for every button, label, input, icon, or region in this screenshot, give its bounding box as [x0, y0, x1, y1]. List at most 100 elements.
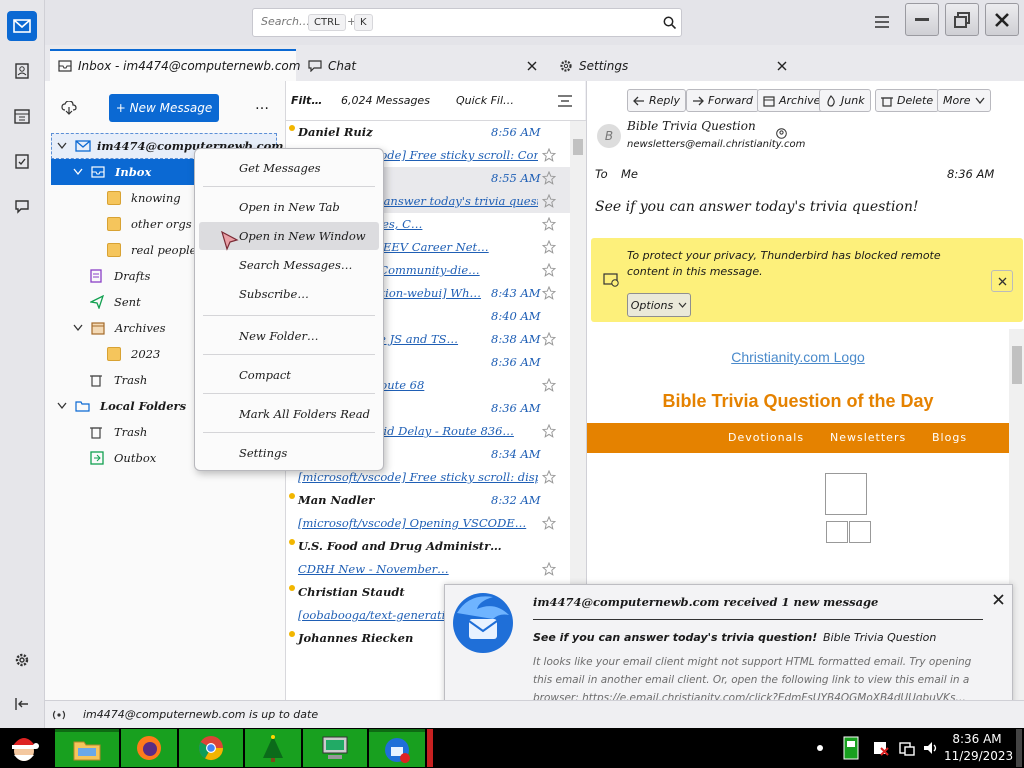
star-icon[interactable] [542, 424, 556, 438]
star-icon[interactable] [542, 332, 556, 346]
menu-new-folder[interactable]: New Folder… [199, 322, 379, 350]
tray-network[interactable] [896, 729, 918, 767]
taskbar-christmas-tree[interactable] [245, 729, 301, 767]
clock-date[interactable]: 11/29/2023 [944, 749, 1013, 763]
start-button[interactable] [2, 729, 46, 767]
close-notification-icon[interactable] [993, 594, 1004, 605]
folder-drafts-label: Drafts [114, 269, 151, 283]
collapse-spaces-button[interactable] [7, 689, 37, 719]
tray-battery[interactable] [838, 729, 864, 767]
search-box[interactable]: Search… CTRL + K [252, 8, 682, 37]
menu-open-new-tab[interactable]: Open in New Tab [199, 193, 379, 221]
tab-settings[interactable]: Settings [559, 51, 628, 81]
thunderbird-taskbar-icon [385, 737, 410, 763]
menu-search-messages[interactable]: Search Messages… [199, 251, 379, 279]
address-book-button[interactable] [7, 56, 37, 86]
christianity-logo-link[interactable]: Christianity.com Logo [587, 349, 1009, 365]
tray-action-center[interactable] [870, 729, 892, 767]
message-sender: Daniel Ruiz [298, 125, 373, 139]
quick-filter-button[interactable]: Quick Fil… [456, 94, 514, 107]
show-desktop-button[interactable] [1016, 729, 1022, 767]
taskbar-separator [427, 729, 433, 767]
junk-button[interactable]: Junk [819, 89, 871, 112]
tab-chat[interactable]: Chat [308, 51, 356, 81]
remote-content-notice: To protect your privacy, Thunderbird has… [591, 238, 1023, 322]
new-message-button[interactable]: + New Message [109, 94, 219, 122]
get-messages-icon[interactable] [61, 101, 77, 115]
close-chat-tab-icon[interactable] [527, 61, 537, 71]
tasks-button[interactable] [7, 146, 37, 176]
unread-dot [289, 585, 295, 591]
clock-time[interactable]: 8:36 AM [944, 732, 1010, 746]
tasks-icon [15, 154, 29, 169]
star-icon[interactable] [542, 240, 556, 254]
star-icon[interactable] [542, 194, 556, 208]
close-window-button[interactable] [985, 3, 1019, 36]
more-button[interactable]: More [937, 89, 991, 112]
chrome-icon [198, 736, 223, 761]
nav-newsletters[interactable]: Newsletters [830, 431, 906, 444]
message-row[interactable]: [microsoft/vscode] Opening VSCODE… [286, 512, 570, 535]
minimize-button[interactable] [905, 3, 939, 36]
options-button[interactable]: Options [627, 293, 691, 317]
file-explorer-icon [73, 741, 101, 760]
message-row[interactable]: Man Nadler 8:32 AM [286, 489, 570, 512]
local-folders-icon [75, 401, 90, 412]
dismiss-notice-button[interactable] [991, 270, 1013, 292]
add-contact-icon[interactable] [776, 128, 787, 139]
mail-space-button[interactable] [7, 11, 37, 41]
star-icon[interactable] [542, 217, 556, 231]
close-icon [995, 12, 1009, 27]
message-row[interactable]: CDRH New - November… [286, 558, 570, 581]
folder-icon [107, 191, 121, 205]
close-settings-tab-icon[interactable] [777, 61, 787, 71]
filter-label[interactable]: Filt… [291, 94, 322, 107]
star-icon[interactable] [542, 378, 556, 392]
delete-button[interactable]: Delete [875, 89, 940, 112]
archive-button[interactable]: Archive [757, 89, 827, 112]
message-scrollbar-thumb[interactable] [1012, 346, 1022, 384]
menu-settings[interactable]: Settings [199, 439, 379, 467]
menu-get-messages[interactable]: Get Messages [199, 154, 379, 182]
star-icon[interactable] [542, 516, 556, 530]
star-icon[interactable] [542, 171, 556, 185]
star-icon[interactable] [542, 263, 556, 277]
list-scrollbar-thumb[interactable] [573, 139, 583, 155]
new-mail-notification[interactable]: im4474@computernewb.com received 1 new m… [444, 584, 1013, 717]
message-time: 8:32 AM [491, 493, 541, 507]
chat-space-button[interactable] [7, 191, 37, 221]
message-row[interactable]: U.S. Food and Drug Administr… [286, 535, 570, 558]
tray-volume[interactable] [920, 729, 942, 767]
nav-devotionals[interactable]: Devotionals [728, 431, 804, 444]
settings-space-button[interactable] [7, 645, 37, 675]
star-icon[interactable] [542, 562, 556, 576]
list-display-options-icon[interactable] [558, 95, 572, 107]
reply-button[interactable]: Reply [627, 89, 686, 112]
to-value[interactable]: Me [621, 167, 638, 181]
message-row[interactable]: Daniel Ruiz 8:56 AM [286, 121, 570, 144]
star-icon[interactable] [542, 286, 556, 300]
calendar-button[interactable] [7, 101, 37, 131]
taskbar-computer[interactable] [303, 729, 367, 767]
star-icon[interactable] [542, 470, 556, 484]
menu-subscribe[interactable]: Subscribe… [199, 280, 379, 308]
taskbar-firefox[interactable] [121, 729, 177, 767]
star-icon[interactable] [542, 148, 556, 162]
local-folders-chevron-down-icon [57, 402, 67, 410]
taskbar-chrome[interactable] [179, 729, 243, 767]
forward-button[interactable]: Forward [686, 89, 759, 112]
sender-name[interactable]: Bible Trivia Question [627, 119, 756, 133]
menu-mark-all-read[interactable]: Mark All Folders Read [199, 400, 379, 428]
folder-pane-more-button[interactable]: … [255, 97, 269, 113]
online-status-icon[interactable] [51, 709, 67, 721]
app-menu-icon[interactable] [875, 16, 889, 28]
taskbar-thunderbird[interactable] [369, 729, 425, 767]
menu-compact[interactable]: Compact [199, 361, 379, 389]
restore-button[interactable] [945, 3, 979, 36]
taskbar-file-explorer[interactable] [55, 729, 119, 767]
gear-icon [15, 653, 29, 667]
nav-blogs[interactable]: Blogs [932, 431, 967, 444]
junk-flame-icon [827, 94, 835, 107]
calendar-icon [14, 109, 30, 124]
tab-chat-label: Chat [328, 59, 357, 73]
